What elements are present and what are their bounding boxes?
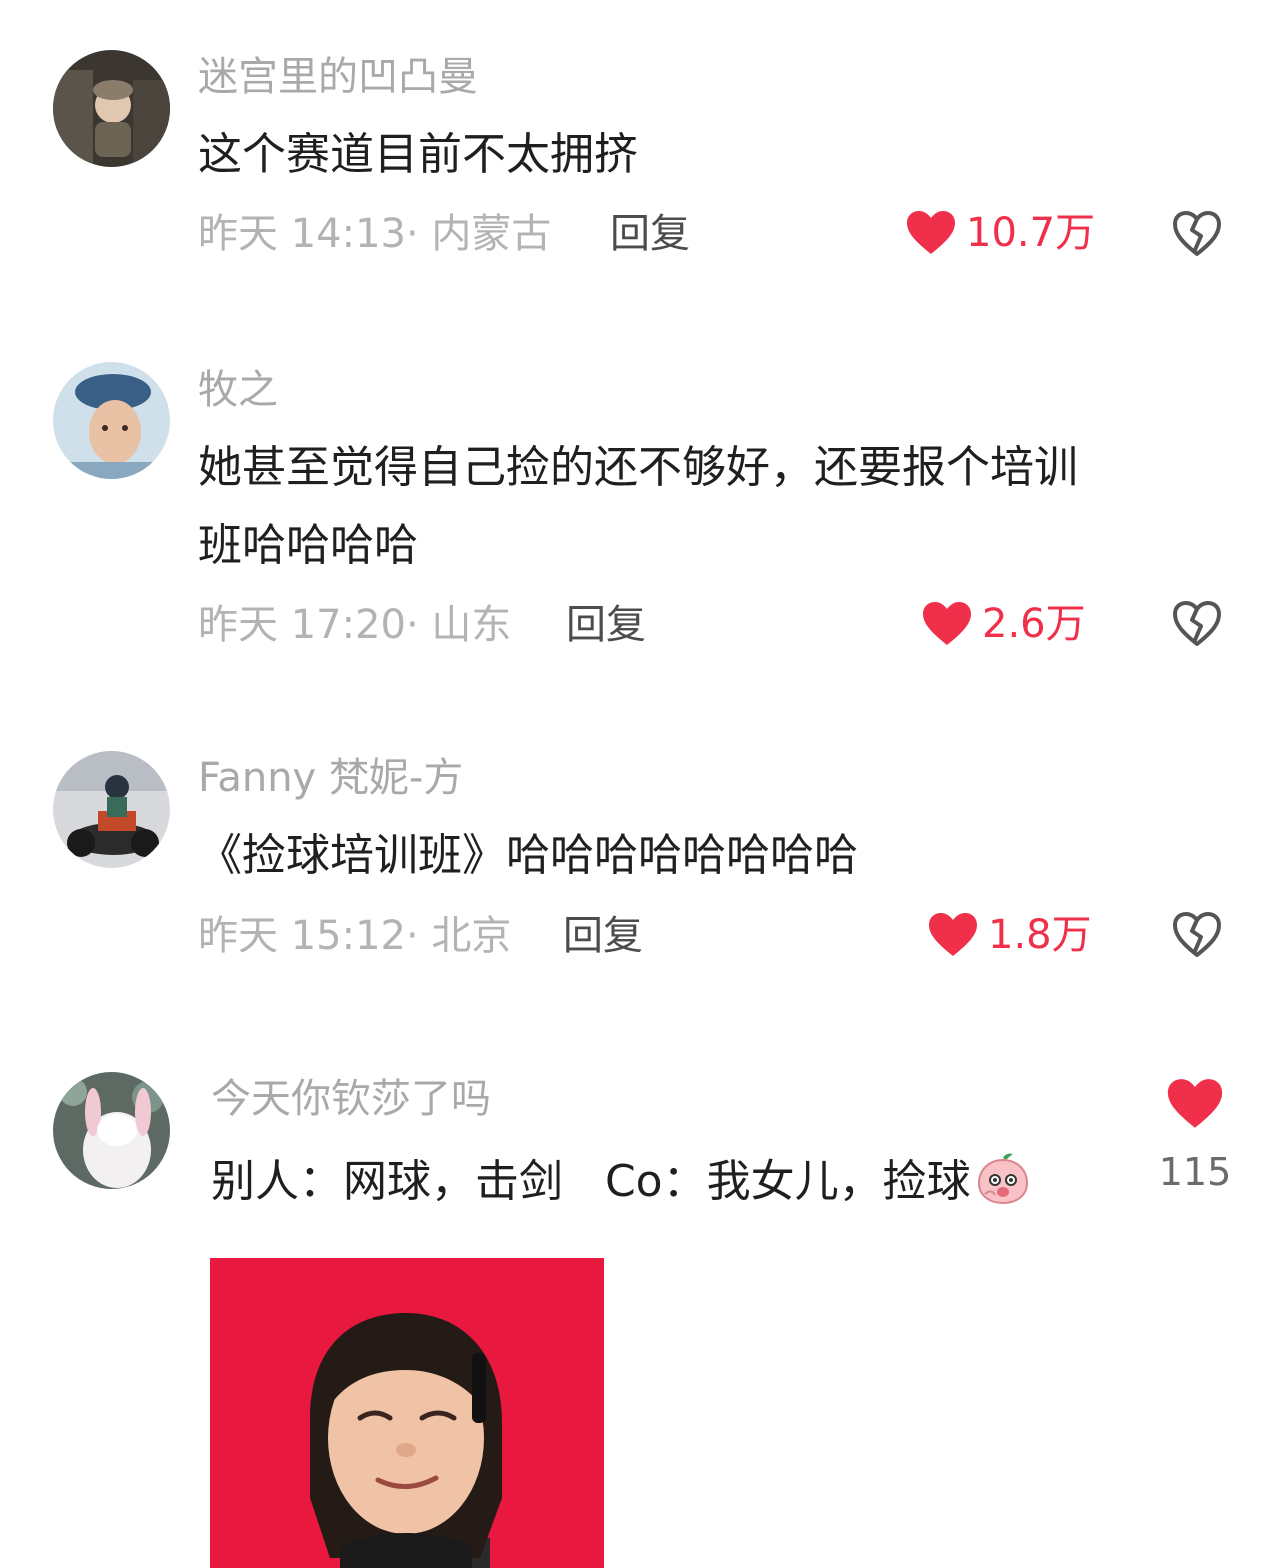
like-count: 10.7万 xyxy=(966,210,1096,256)
reply-button[interactable]: 回复 xyxy=(563,916,643,956)
like-button[interactable]: 10.7万 xyxy=(906,210,1095,256)
broken-heart-icon[interactable] xyxy=(1172,210,1222,260)
broken-heart-icon[interactable] xyxy=(1172,600,1222,650)
comment-text: 这个赛道目前不太拥挤 xyxy=(198,129,638,180)
username[interactable]: 迷宫里的凹凸曼 xyxy=(198,57,478,97)
reply-button[interactable]: 回复 xyxy=(566,605,646,645)
comment-text: 班哈哈哈哈 xyxy=(198,520,418,571)
heart-icon xyxy=(1167,1079,1223,1128)
heart-icon xyxy=(906,210,956,256)
comment-meta: 昨天 14:13· 内蒙古 xyxy=(198,211,552,257)
like-button[interactable]: 2.6万 xyxy=(922,601,1086,647)
username[interactable]: 今天你钦莎了吗 xyxy=(211,1079,491,1119)
comment-text: 别人：网球，击剑 Co：我女儿，捡球 xyxy=(211,1150,1031,1214)
like-count: 2.6万 xyxy=(982,601,1086,647)
comment-image[interactable] xyxy=(210,1258,604,1568)
like-button[interactable]: 1.8万 xyxy=(928,912,1092,958)
heart-icon xyxy=(922,601,972,647)
comment-text: 《捡球培训班》哈哈哈哈哈哈哈哈 xyxy=(198,830,858,881)
like-count: 1.8万 xyxy=(988,912,1092,958)
avatar[interactable] xyxy=(53,1072,170,1189)
like-button[interactable] xyxy=(1160,1078,1230,1134)
peach-emoji-icon xyxy=(975,1150,1031,1214)
comment-text-content: 别人：网球，击剑 Co：我女儿，捡球 xyxy=(211,1156,971,1207)
avatar[interactable] xyxy=(53,362,170,479)
username[interactable]: Fanny 梵妮-方 xyxy=(198,758,463,798)
avatar[interactable] xyxy=(53,751,170,868)
reply-button[interactable]: 回复 xyxy=(610,214,690,254)
comment-text: 她甚至觉得自己捡的还不够好，还要报个培训 xyxy=(198,442,1078,493)
broken-heart-icon[interactable] xyxy=(1172,911,1222,961)
like-count: 115 xyxy=(1158,1150,1232,1194)
comment-meta: 昨天 17:20· 山东 xyxy=(198,602,512,648)
heart-icon xyxy=(928,912,978,958)
username[interactable]: 牧之 xyxy=(198,370,278,410)
avatar[interactable] xyxy=(53,50,170,167)
comment-meta: 昨天 15:12· 北京 xyxy=(198,913,512,959)
